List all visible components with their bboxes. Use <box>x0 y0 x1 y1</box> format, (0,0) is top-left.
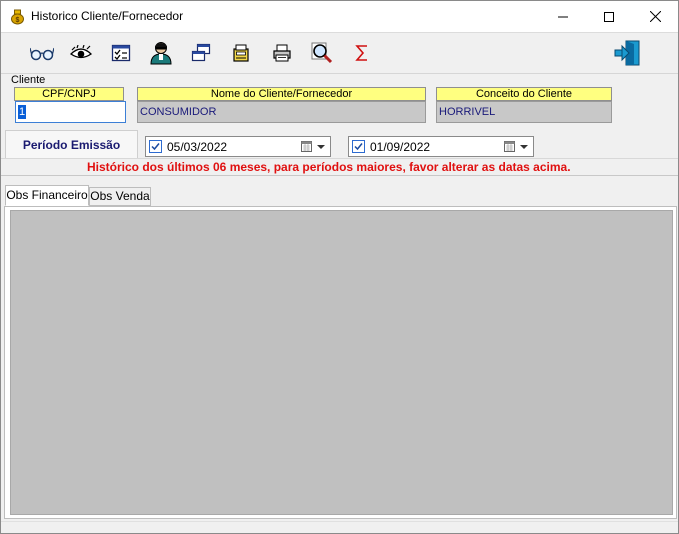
checkmark-icon <box>354 143 363 151</box>
windows-button[interactable] <box>188 40 214 66</box>
search-button[interactable] <box>309 40 335 66</box>
checklist-button[interactable] <box>108 40 134 66</box>
toolbar <box>1 32 678 72</box>
nome-field: CONSUMIDOR <box>137 101 426 123</box>
eye-icon <box>70 45 92 59</box>
exit-button[interactable] <box>613 40 643 66</box>
register-icon <box>233 44 249 62</box>
cpf-input[interactable]: 1 <box>15 101 126 123</box>
cpf-value: 1 <box>18 105 27 119</box>
tab-panel <box>4 206 677 519</box>
status-bar <box>1 521 678 533</box>
history-note: Histórico dos últimos 06 meses, para per… <box>87 160 571 174</box>
calendar-icon[interactable] <box>504 140 515 155</box>
eye-button[interactable] <box>68 40 94 66</box>
end-date-picker[interactable]: 01/09/2022 <box>348 136 534 157</box>
money-bag-icon: $ <box>9 8 26 25</box>
title-bar: $ Historico Cliente/Fornecedor <box>1 1 678 32</box>
glasses-button[interactable] <box>29 40 55 66</box>
periodo-divider <box>1 158 678 159</box>
close-icon <box>649 11 661 22</box>
exit-icon <box>614 40 640 66</box>
printer-icon <box>273 44 291 62</box>
register-button[interactable] <box>228 40 254 66</box>
cliente-group-label: Cliente <box>11 74 48 86</box>
maximize-button[interactable] <box>586 1 632 32</box>
checklist-icon <box>111 44 131 62</box>
search-icon <box>311 42 333 64</box>
close-button[interactable] <box>632 1 678 32</box>
sigma-button[interactable] <box>349 40 375 66</box>
tab-obs-venda[interactable]: Obs Venda <box>89 187 151 206</box>
maximize-icon <box>604 11 614 22</box>
chevron-down-icon[interactable] <box>317 145 325 149</box>
window: $ Historico Cliente/Fornecedor Cliente C… <box>0 0 679 534</box>
periodo-label: Período Emissão <box>5 130 138 158</box>
start-date-value: 05/03/2022 <box>167 139 228 154</box>
start-date-checkbox[interactable] <box>149 140 162 153</box>
cpf-header: CPF/CNPJ <box>14 87 124 101</box>
printer-button[interactable] <box>269 40 295 66</box>
minimize-icon <box>558 16 568 17</box>
end-date-value: 01/09/2022 <box>370 139 431 154</box>
start-date-picker[interactable]: 05/03/2022 <box>145 136 331 157</box>
user-button[interactable] <box>148 40 174 66</box>
glasses-icon <box>30 47 54 61</box>
nome-header: Nome do Cliente/Fornecedor <box>137 87 426 101</box>
chevron-down-icon[interactable] <box>520 145 528 149</box>
cliente-group: Cliente CPF/CNPJ 1 Nome do Cliente/Forne… <box>1 73 678 127</box>
svg-text:$: $ <box>16 17 20 24</box>
tab-obs-financeiro[interactable]: Obs Financeiro <box>5 185 89 206</box>
windows-icon <box>191 43 211 62</box>
user-icon <box>150 42 172 65</box>
obs-financeiro-text-area[interactable] <box>10 210 673 515</box>
checkmark-icon <box>151 143 160 151</box>
window-title: Historico Cliente/Fornecedor <box>31 9 184 23</box>
minimize-button[interactable] <box>540 1 586 32</box>
section-divider <box>1 175 678 176</box>
sigma-icon <box>355 45 367 61</box>
conceito-header: Conceito do Cliente <box>436 87 612 101</box>
calendar-icon[interactable] <box>301 140 312 155</box>
end-date-checkbox[interactable] <box>352 140 365 153</box>
conceito-field: HORRIVEL <box>436 101 612 123</box>
